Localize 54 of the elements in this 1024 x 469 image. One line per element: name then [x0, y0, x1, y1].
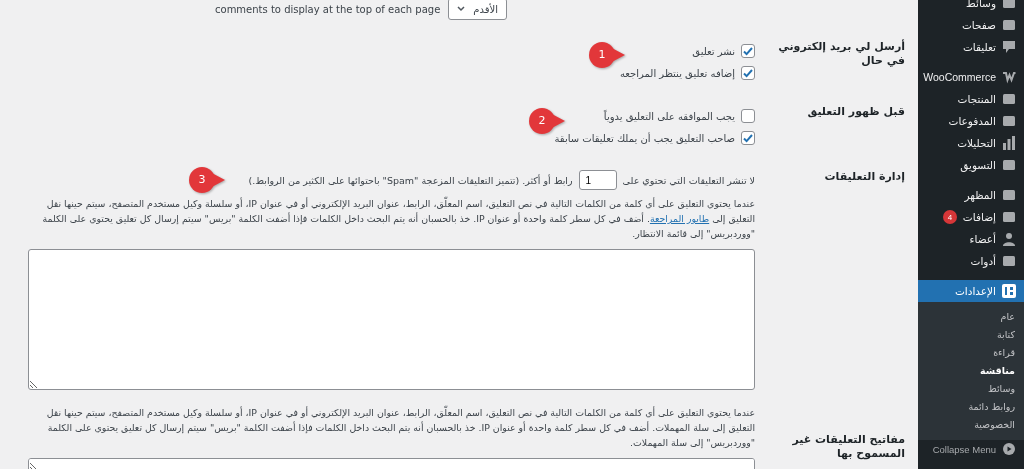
description-text: عندما يحتوي التعليق على أي كلمة من الكلمات التالية في نص التعليق، اسم المعلّق، الرابط، عنوان البريد الإلكتروني أو في عنوان IP، أو سلسلة وكيل مستخدم المتصفح، سيتم حينها نقل التعليق إلى طابور المراجعة. أضف في كل سطر كلمة واحدة أو عنوان IP. خذ بالحسبان أنه يتم البحث داخل الكلمات فإذا أضفت الكلمة "بريس" سيتم إرسال كل تعليق يحتوي على الكلمة "ووردبريس" إلى قائمة الانتظار. [41, 196, 755, 241]
play-icon [1003, 443, 1015, 455]
menu-icon [1002, 284, 1016, 298]
setting-label: مفاتيح التعليقات غير المسموح بها [791, 432, 905, 462]
description-text: عندما يحتوي التعليق على أي كلمة من الكلمات التالية في نص التعليق، اسم المعلّق، الرابط، عنوان البريد الإلكتروني أو في عنوان IP، أو سلسلة وكيل مستخدم المتصفح، سيتم حينها نقل التعليق إلى سلة المهملات. أضف في كل سطر كلمة واحدة أو عنوان IP. خذ بالحسبان أنه يتم البحث داخل الكلمات فإذا أضفت الكلمة "بريس" سيتم إرسال كل تعليق يحتوي على الكلمة "ووردبريس" إلى سلة المهملات. [45, 405, 755, 450]
checkbox-label: صاحب التعليق يجب أن يملك تعليقات سابقة [554, 132, 735, 144]
setting-text: رابط أو أكثر. (تتميز التعليقات المزعجة "Spam" باحتوائها على الكثير من الروابط.) [248, 174, 573, 186]
menu-icon [1002, 18, 1016, 32]
text-area[interactable] [28, 458, 755, 469]
menu-item[interactable]: التحليلات [918, 132, 1024, 154]
number-field[interactable]: 1 [578, 170, 617, 190]
submenu-item[interactable]: وسائط [918, 380, 1024, 398]
submenu-item[interactable]: مناقشة [918, 362, 1024, 380]
menu-icon [1002, 158, 1016, 172]
menu-item[interactable]: صفحات [918, 14, 1024, 36]
menu-icon [1002, 188, 1016, 202]
checkbox-label: يجب الموافقه على التعليق يدوياً [603, 110, 735, 122]
menu-icon [1002, 136, 1016, 150]
checkbox[interactable] [741, 44, 755, 58]
setting-text: لا تنشر التعليقات التي تحتوي على [622, 174, 755, 186]
menu-item[interactable]: المنتجات [918, 88, 1024, 110]
setting-label: إدارة التعليقات [823, 170, 905, 185]
submenu-item[interactable]: عام [918, 308, 1024, 326]
setting-label: قبل ظهور التعليق [806, 105, 905, 120]
submenu-item[interactable]: الخصوصية [918, 416, 1024, 434]
menu-item[interactable]: أعضاء [918, 228, 1024, 250]
collapse-menu-button[interactable]: Collapse Menu [918, 440, 1024, 458]
count-badge: 4 [942, 210, 957, 224]
setting-label: أرسل لي بريد إلكتروني في حال [777, 40, 905, 69]
menu-item[interactable]: التسويق [918, 154, 1024, 176]
checkbox-label: نشر تعليق [692, 45, 735, 57]
checkbox[interactable] [741, 66, 755, 80]
submenu-item[interactable]: كتابة [918, 326, 1024, 344]
menu-icon [1002, 114, 1016, 128]
menu-item[interactable]: المظهر [918, 184, 1024, 206]
submenu-item[interactable]: روابط دائمة [918, 398, 1024, 416]
menu-item[interactable]: WooCommerce [918, 66, 1024, 88]
setting-text: comments to display at the top of each page [215, 3, 441, 15]
menu-icon [1002, 92, 1016, 106]
menu-icon [1002, 254, 1016, 268]
order-select[interactable]: الأقدم [448, 0, 507, 20]
checkbox[interactable] [741, 109, 755, 123]
menu-icon [1002, 210, 1016, 224]
menu-item[interactable]: المدفوعات [918, 110, 1024, 132]
checkbox[interactable] [741, 131, 755, 145]
caret-icon [457, 6, 466, 12]
menu-icon [1002, 232, 1016, 246]
menu-item[interactable]: تعليقات [918, 36, 1024, 58]
checkbox-label: إضافه تعليق ينتظر المراجعه [619, 67, 735, 79]
menu-icon [1002, 0, 1016, 10]
menu-icon [1002, 40, 1016, 54]
submenu-item[interactable]: قراءة [918, 344, 1024, 362]
menu-item[interactable]: أدوات [918, 250, 1024, 272]
menu-icon [1002, 70, 1016, 84]
